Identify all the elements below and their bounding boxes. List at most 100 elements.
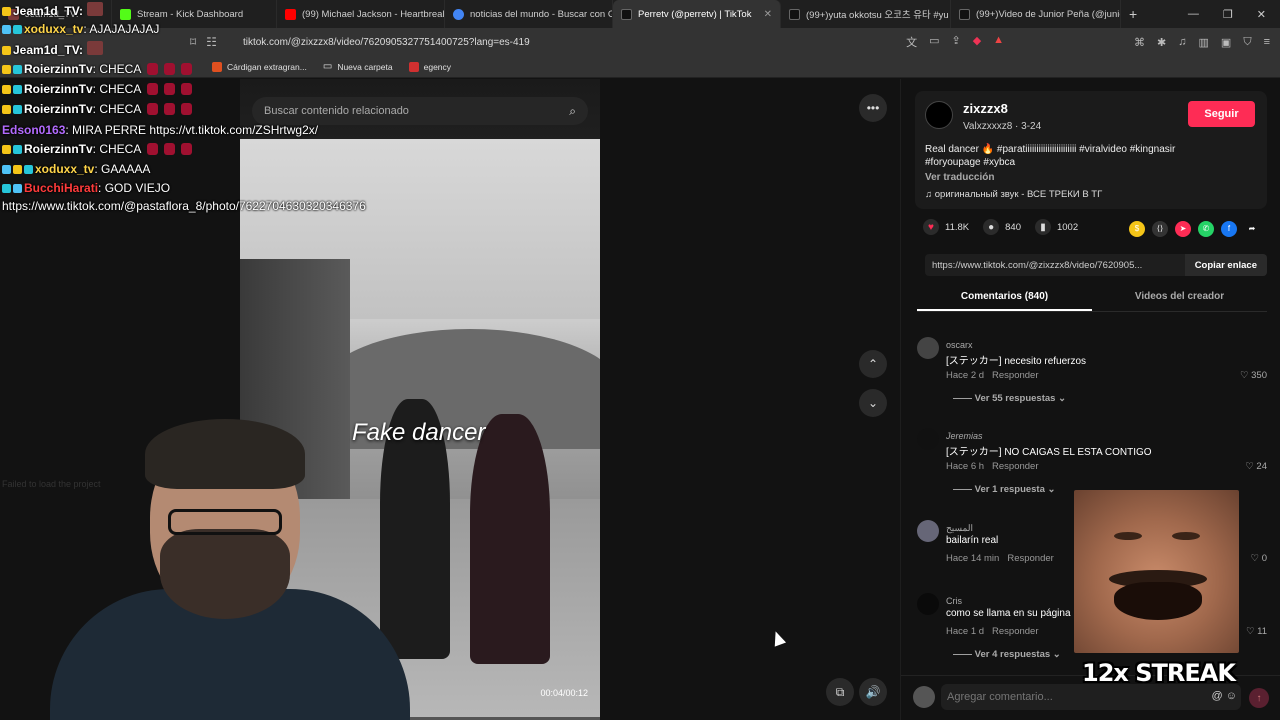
address-icons: 文 ▭ ⇪ ◆ ▲ — [906, 34, 1004, 50]
reply-button[interactable]: Responder — [992, 626, 1038, 637]
coin-icon[interactable]: $ — [1129, 221, 1145, 237]
facebook-icon[interactable]: f — [1221, 221, 1237, 237]
comment-user[interactable]: Jeremias — [946, 431, 983, 441]
chat-text: : CHECA — [92, 82, 142, 96]
like-button[interactable]: ♥ 11.8K — [923, 219, 969, 235]
close-window-icon[interactable]: ✕ — [1257, 8, 1266, 21]
comment-user[interactable]: Cris — [946, 596, 962, 606]
tab-creator-videos[interactable]: Videos del creador — [1092, 286, 1267, 311]
reply-button[interactable]: Responder — [992, 370, 1038, 381]
menu-icon[interactable]: ≡ — [1264, 36, 1270, 49]
comment-like[interactable]: ♡ 0 — [1251, 553, 1267, 564]
heart-icon: ♡ — [1245, 461, 1257, 472]
extension-icon[interactable]: ⌘ — [1134, 36, 1145, 49]
previous-video-button[interactable]: ⌃ — [859, 350, 887, 378]
emote-icon — [164, 63, 176, 75]
comment-user[interactable]: oscarx — [946, 340, 973, 350]
related-search-input[interactable]: Buscar contenido relacionado ⌕ — [252, 97, 588, 125]
bookmark-label: Nueva carpeta — [337, 61, 393, 72]
next-video-button[interactable]: ⌄ — [859, 389, 887, 417]
wallet-icon[interactable]: ▣ — [1221, 36, 1231, 49]
tab-comments[interactable]: Comentarios (840) — [917, 286, 1092, 311]
rewards-icon[interactable]: ▲ — [993, 34, 1004, 50]
address-bar: ⌑ ☷ tiktok.com/@zixzzx8/video/7620905327… — [0, 28, 1280, 56]
comment-user[interactable]: المسيح — [946, 523, 973, 534]
crown-badge-icon — [13, 165, 22, 174]
post-comment-button[interactable]: ↑ — [1249, 688, 1269, 708]
pip-button[interactable]: ⧉ — [826, 678, 854, 706]
chat-user: Jeam1d_TV: — [13, 43, 84, 57]
creator-name[interactable]: zixzzx8 — [963, 101, 1008, 116]
sub-badge-icon — [13, 65, 22, 74]
tab-tiktok-3[interactable]: (99+)Video de Junior Peña (@junior — [951, 0, 1121, 28]
send-icon[interactable]: ➤ — [1175, 221, 1191, 237]
extension-icons: ⌘ ✱ ♫ ▥ ▣ ⛉ ≡ — [1134, 36, 1270, 49]
tab-youtube[interactable]: (99) Michael Jackson - Heartbreak H — [277, 0, 445, 28]
sidebar-icon[interactable]: ▥ — [1199, 36, 1209, 49]
comment-button[interactable]: ● 840 — [983, 219, 1021, 235]
tab-tiktok-active[interactable]: Perretv (@perretv) | TikTok ✕ — [613, 0, 781, 28]
comment-like[interactable]: ♡ 11 — [1246, 626, 1267, 637]
avatar[interactable] — [917, 337, 939, 359]
see-translation-link[interactable]: Ver traducción — [925, 172, 994, 183]
bookmark-item[interactable]: egency — [408, 61, 451, 72]
whatsapp-icon[interactable]: ✆ — [1198, 221, 1214, 237]
chat-line: RoierzinnTv: CHECA — [2, 102, 193, 116]
tab-google[interactable]: noticias del mundo - Buscar con Go — [445, 0, 613, 28]
view-replies-button[interactable]: —— Ver 55 respuestas ⌄ — [953, 393, 1066, 404]
music-icon[interactable]: ♫ — [1178, 36, 1186, 49]
url-field[interactable]: tiktok.com/@zixzzx8/video/76209053277514… — [227, 37, 896, 48]
search-icon[interactable]: ⌕ — [569, 104, 576, 119]
bookmark-icon[interactable]: ⌑ — [190, 35, 196, 49]
tab-tiktok-2[interactable]: (99+)yuta okkotsu 오코츠 유타 #yu — [781, 0, 951, 28]
mention-emoji-icons[interactable]: @ ☺ — [1212, 690, 1237, 702]
comment-input[interactable] — [941, 684, 1241, 710]
save-button[interactable]: ▮ 1002 — [1034, 219, 1078, 235]
bookmark-item[interactable]: Cárdigan extragran... — [212, 61, 307, 72]
mouse-cursor — [769, 629, 787, 647]
comment-text: [ステッカー] NO CAIGAS EL ESTA CONTIGO — [946, 447, 1152, 458]
new-tab-icon[interactable]: + — [1121, 0, 1145, 28]
copy-link-button[interactable]: Copiar enlace — [1184, 254, 1267, 276]
cast-icon[interactable]: ▭ — [929, 34, 939, 50]
avatar[interactable] — [917, 520, 939, 542]
puzzle-icon[interactable]: ✱ — [1157, 36, 1166, 49]
bookmark-favicon — [408, 61, 419, 72]
chat-user: xoduxx_tv — [24, 22, 84, 36]
tiktok-icon — [959, 8, 970, 20]
comment-like[interactable]: ♡ 24 — [1245, 461, 1267, 472]
sound-link[interactable]: ♫ оригинальный звук - ВСЕ ТРЕКИ В ТГ — [925, 189, 1102, 200]
view-replies-button[interactable]: —— Ver 1 respuesta ⌄ — [953, 484, 1056, 495]
more-options-button[interactable]: ••• — [859, 94, 887, 122]
view-replies-button[interactable]: —— Ver 4 respuestas ⌄ — [953, 649, 1061, 660]
reply-button[interactable]: Responder — [1007, 553, 1053, 564]
share-icon[interactable]: ⇪ — [951, 34, 960, 50]
follow-button[interactable]: Seguir — [1188, 101, 1255, 127]
video-info-card: zixzzx8 Valxzxxxz8 · 3-24 Seguir Real da… — [915, 91, 1267, 209]
avatar[interactable] — [917, 428, 939, 450]
comment-like[interactable]: ♡ 350 — [1240, 370, 1267, 381]
bookmark-item[interactable]: ▭ Nueva carpeta — [323, 61, 393, 72]
comment-meta: Hace 14 min Responder — [946, 553, 1054, 564]
embed-icon[interactable]: ⟨⟩ — [1152, 221, 1168, 237]
restore-icon[interactable]: ❐ — [1223, 8, 1233, 21]
heart-icon: ♡ — [1239, 370, 1252, 381]
shield-icon[interactable]: ⛉ — [1243, 36, 1251, 49]
minimize-icon[interactable]: — — [1188, 8, 1199, 20]
kick-icon — [120, 8, 131, 20]
reply-button[interactable]: Responder — [992, 461, 1038, 472]
video-time: 00:04/00:12 — [540, 688, 588, 698]
heart-icon: ♡ — [1250, 553, 1262, 564]
avatar[interactable] — [925, 101, 953, 129]
close-tab-icon[interactable]: ✕ — [764, 9, 772, 20]
brave-shield-icon[interactable]: ◆ — [973, 34, 981, 50]
comment-time: Hace 1 d — [946, 626, 985, 637]
sub-badge-icon — [13, 85, 22, 94]
volume-button[interactable]: 🔊 — [859, 678, 887, 706]
share-arrow-icon[interactable]: ➦ — [1244, 221, 1260, 237]
site-info-icon[interactable]: ☷ — [206, 35, 217, 49]
video-link[interactable]: https://www.tiktok.com/@zixzzx8/video/76… — [925, 260, 1185, 271]
avatar[interactable] — [917, 593, 939, 615]
emote-icon — [181, 103, 193, 115]
translate-icon[interactable]: 文 — [906, 34, 917, 50]
